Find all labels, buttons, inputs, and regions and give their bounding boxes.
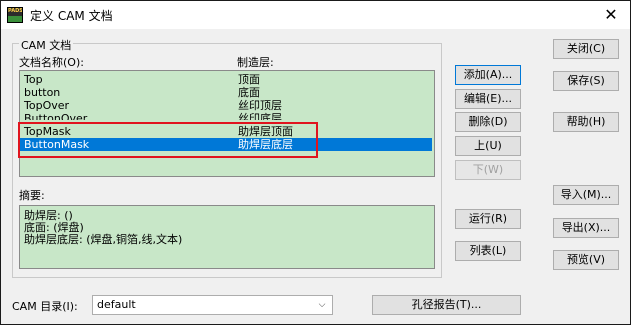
document-layer: 丝印顶层 — [238, 99, 282, 112]
group-label: CAM 文档 — [19, 37, 74, 53]
layer-header: 制造层: — [237, 56, 274, 69]
list-item[interactable]: Top 顶面 — [20, 73, 432, 86]
move-down-button[interactable]: 下(W) — [455, 160, 521, 180]
document-name: TopOver — [24, 99, 70, 112]
close-icon[interactable]: ✕ — [599, 5, 623, 25]
summary-line: 助焊层底层: (焊盘,铜箔,线,文本) — [24, 233, 183, 246]
document-name: button — [24, 86, 61, 99]
list-item[interactable]: button 底面 — [20, 86, 432, 99]
summary-label: 摘要: — [19, 189, 45, 202]
delete-button[interactable]: 删除(D) — [455, 112, 521, 132]
list-item[interactable]: ButtonOver 丝印底层 — [20, 112, 432, 120]
document-layer: 丝印底层 — [238, 112, 282, 120]
summary-box: 助焊层: () 底面: (焊盘) 助焊层底层: (焊盘,铜箔,线,文本) — [19, 205, 435, 269]
document-layer: 底面 — [238, 86, 260, 99]
close-button[interactable]: 关闭(C) — [553, 39, 619, 59]
preview-button[interactable]: 预览(V) — [553, 250, 619, 270]
cam-directory-select[interactable]: default ⌵ — [92, 295, 333, 315]
summary-line: 助焊层: () — [24, 209, 73, 222]
document-name-header: 文档名称(O): — [19, 56, 84, 69]
list-item[interactable]: TopOver 丝印顶层 — [20, 99, 432, 112]
drill-report-button[interactable]: 孔径报告(T)... — [372, 295, 521, 315]
list-button[interactable]: 列表(L) — [455, 241, 521, 261]
cam-directory-value: default — [97, 298, 136, 311]
pads-app-icon: PADS — [7, 7, 23, 23]
cam-document-dialog: PADS 定义 CAM 文档 ✕ CAM 文档 文档名称(O): 制造层: To… — [0, 0, 631, 325]
cam-directory-label: CAM 目录(I): — [12, 300, 78, 313]
move-up-button[interactable]: 上(U) — [455, 136, 521, 156]
chevron-down-icon: ⌵ — [318, 300, 326, 310]
document-name: Top — [24, 73, 43, 86]
title-bar: PADS 定义 CAM 文档 ✕ — [1, 1, 630, 29]
document-layer: 顶面 — [238, 73, 260, 86]
pads-app-icon-text: PADS — [8, 8, 23, 14]
document-name: ButtonOver — [24, 112, 88, 120]
annotation-highlight-box — [18, 122, 318, 158]
help-button[interactable]: 帮助(H) — [553, 112, 619, 132]
add-button[interactable]: 添加(A)... — [455, 65, 521, 85]
save-button[interactable]: 保存(S) — [553, 71, 619, 91]
import-button[interactable]: 导入(M)... — [553, 185, 619, 205]
edit-button[interactable]: 编辑(E)... — [455, 89, 521, 109]
run-button[interactable]: 运行(R) — [455, 209, 521, 229]
window-title: 定义 CAM 文档 — [30, 9, 113, 23]
export-button[interactable]: 导出(X)... — [553, 218, 619, 238]
